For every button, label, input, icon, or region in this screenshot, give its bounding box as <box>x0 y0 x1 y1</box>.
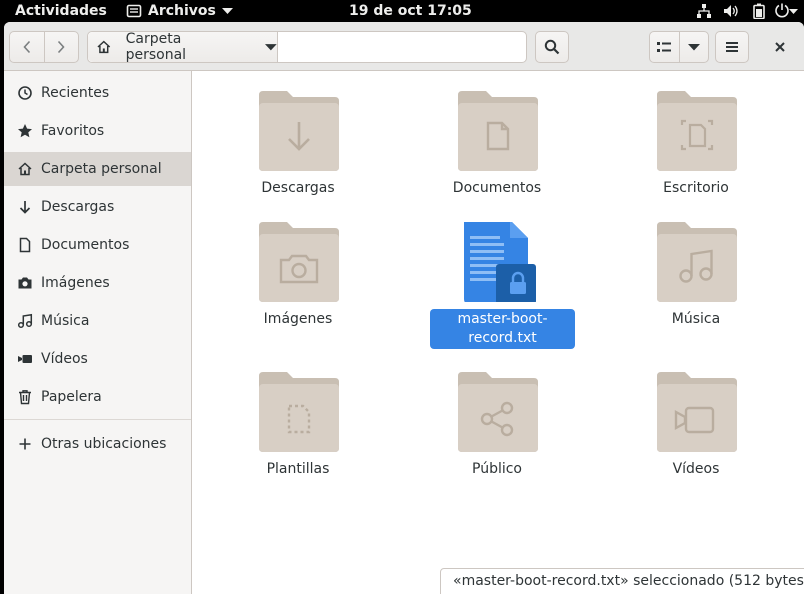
file-name-selected: master-boot-record.txt <box>430 309 575 349</box>
sidebar-item-label: Carpeta personal <box>41 161 162 177</box>
files-window: Carpeta personal Recientes Favoritos Car… <box>4 22 804 594</box>
file-item-publico[interactable]: Público <box>422 372 572 512</box>
file-name: Vídeos <box>672 461 720 477</box>
public-share-folder-icon <box>458 372 538 452</box>
sidebar-item-label: Música <box>41 313 90 329</box>
file-item-documentos[interactable]: Documentos <box>422 91 572 231</box>
navigation-buttons <box>9 31 79 63</box>
home-icon <box>17 161 33 177</box>
places-sidebar: Recientes Favoritos Carpeta personal Des… <box>4 71 192 594</box>
sidebar-item-label: Documentos <box>41 237 130 253</box>
sidebar-item-label: Favoritos <box>41 123 105 139</box>
sidebar-item-label: Imágenes <box>41 275 110 291</box>
caret-down-icon <box>265 44 277 51</box>
sidebar-item-papelera[interactable]: Papelera <box>4 380 191 414</box>
chevron-left-icon <box>23 40 31 54</box>
path-bar: Carpeta personal <box>87 31 527 63</box>
templates-folder-icon <box>259 372 339 452</box>
view-options <box>649 31 709 63</box>
app-menu-label: Archivos <box>148 3 216 19</box>
camera-icon <box>17 275 33 291</box>
music-icon <box>17 313 33 329</box>
sidebar-item-otras-ubicaciones[interactable]: Otras ubicaciones <box>4 427 191 461</box>
file-name: Público <box>472 461 522 477</box>
sidebar-item-imagenes[interactable]: Imágenes <box>4 266 191 300</box>
sidebar-separator <box>4 419 191 420</box>
sidebar-item-label: Descargas <box>41 199 115 215</box>
sidebar-item-label: Recientes <box>41 85 110 101</box>
close-window-button[interactable] <box>767 34 793 60</box>
sidebar-item-recientes[interactable]: Recientes <box>4 76 191 110</box>
battery-icon[interactable] <box>752 3 766 19</box>
caret-down-icon <box>687 44 700 51</box>
list-view-button[interactable] <box>650 32 679 62</box>
document-folder-icon <box>458 91 538 171</box>
document-icon <box>17 237 33 253</box>
file-item-master-boot-record[interactable]: master-boot-record.txt <box>422 222 575 362</box>
file-item-imagenes[interactable]: Imágenes <box>223 222 373 362</box>
sidebar-item-favoritos[interactable]: Favoritos <box>4 114 191 148</box>
selection-status-bar: «master-boot-record.txt» seleccionado (5… <box>440 568 804 594</box>
sidebar-item-carpeta-personal[interactable]: Carpeta personal <box>4 152 191 186</box>
file-name: Imágenes <box>263 311 333 327</box>
header-bar: Carpeta personal <box>4 22 804 71</box>
volume-icon[interactable] <box>723 3 739 19</box>
activities-button[interactable]: Actividades <box>15 2 107 20</box>
search-icon <box>544 39 560 55</box>
file-item-videos[interactable]: Vídeos <box>621 372 771 512</box>
back-button[interactable] <box>10 32 44 62</box>
file-item-escritorio[interactable]: Escritorio <box>621 91 771 231</box>
locked-text-file-icon <box>464 222 536 302</box>
plus-icon <box>17 436 33 452</box>
list-view-icon <box>657 42 672 52</box>
star-icon <box>17 123 33 139</box>
sidebar-item-videos[interactable]: Vídeos <box>4 342 191 376</box>
sidebar-item-musica[interactable]: Música <box>4 304 191 338</box>
file-icon-view: Descargas Documentos Escritorio Imágenes… <box>192 71 804 594</box>
chevron-right-icon <box>58 40 66 54</box>
power-menu-icon[interactable] <box>774 3 798 19</box>
file-name: Documentos <box>452 180 542 196</box>
path-label: Carpeta personal <box>125 31 187 63</box>
gnome-top-bar: Actividades Archivos 19 de oct 17:05 <box>0 0 804 22</box>
clock[interactable]: 19 de oct 17:05 <box>349 2 472 20</box>
sidebar-item-descargas[interactable]: Descargas <box>4 190 191 224</box>
file-item-descargas[interactable]: Descargas <box>223 91 373 231</box>
video-icon <box>17 351 33 367</box>
main-menu-button[interactable] <box>715 31 749 63</box>
home-icon <box>97 40 111 54</box>
hamburger-menu-icon <box>726 42 738 52</box>
trash-icon <box>17 389 33 405</box>
search-button[interactable] <box>535 31 569 63</box>
app-menu[interactable]: Archivos <box>126 2 233 20</box>
file-name: Descargas <box>261 180 335 196</box>
close-icon <box>775 42 785 52</box>
files-app-icon <box>126 4 142 18</box>
videos-folder-icon <box>657 372 737 452</box>
download-icon <box>17 199 33 215</box>
sidebar-item-label: Vídeos <box>41 351 88 367</box>
view-dropdown-button[interactable] <box>678 32 708 62</box>
sidebar-item-label: Otras ubicaciones <box>41 436 167 452</box>
file-name: Música <box>671 311 721 327</box>
caret-down-icon <box>221 8 233 14</box>
music-folder-icon <box>657 222 737 302</box>
file-item-plantillas[interactable]: Plantillas <box>223 372 373 512</box>
desktop-folder-icon <box>657 91 737 171</box>
sidebar-item-documentos[interactable]: Documentos <box>4 228 191 262</box>
clock-icon <box>17 85 33 101</box>
download-folder-icon <box>259 91 339 171</box>
file-name: Plantillas <box>266 461 330 477</box>
path-crumb-home[interactable]: Carpeta personal <box>88 31 278 63</box>
file-item-musica[interactable]: Música <box>621 222 771 362</box>
pictures-folder-icon <box>259 222 339 302</box>
file-name: Escritorio <box>663 180 729 196</box>
sidebar-item-label: Papelera <box>41 389 102 405</box>
network-icon[interactable] <box>696 3 712 19</box>
forward-button[interactable] <box>43 32 78 62</box>
